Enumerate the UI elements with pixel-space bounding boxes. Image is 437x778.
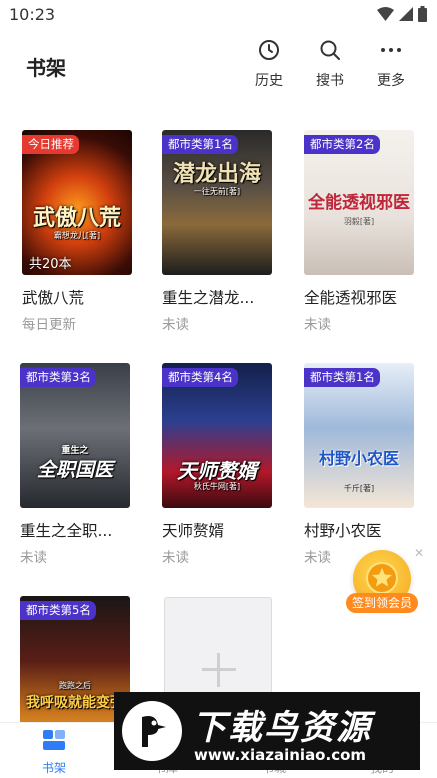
book-status: 未读 bbox=[162, 317, 189, 333]
book-title: 重生之全职... bbox=[20, 522, 113, 540]
book-cover[interactable]: 都市类第3名 重生之 全职国医 bbox=[20, 363, 130, 508]
search-button[interactable]: 搜书 bbox=[305, 38, 355, 90]
rank-badge: 都市类第5名 bbox=[20, 601, 96, 620]
recommend-badge: 今日推荐 bbox=[22, 135, 79, 154]
cover-title: 潜龙出海 bbox=[172, 162, 261, 187]
rank-badge: 都市类第2名 bbox=[304, 135, 380, 154]
book-cover[interactable]: 都市类第2名 全能透视邪医 羽毅[著] bbox=[304, 130, 414, 275]
cover-author: 千斤[著] bbox=[343, 484, 375, 493]
book-title: 全能透视邪医 bbox=[304, 289, 398, 307]
close-icon[interactable]: ✕ bbox=[414, 546, 424, 560]
watermark-url: www.xiazainiao.com bbox=[194, 746, 367, 764]
book-item[interactable]: 都市类第2名 全能透视邪医 羽毅[著] 全能透视邪医 未读 bbox=[304, 130, 416, 333]
nav-bookshelf[interactable]: 书架 bbox=[24, 727, 84, 776]
rank-badge: 都市类第4名 bbox=[162, 368, 238, 387]
status-time: 10:23 bbox=[9, 5, 56, 24]
page-title: 书架 bbox=[26, 56, 66, 80]
bookshelf-icon bbox=[40, 730, 68, 757]
cover-author: 羽毅[著] bbox=[343, 217, 375, 226]
watermark-title: 下载鸟资源 bbox=[192, 708, 372, 748]
book-title: 武傲八荒 bbox=[22, 289, 85, 307]
status-bar: 10:23 bbox=[0, 0, 437, 30]
book-item[interactable]: 都市类第1名 潜龙出海 一往无前[著] 重生之潜龙... 未读 bbox=[162, 130, 274, 333]
watermark-banner: 下载鸟资源 www.xiazainiao.com bbox=[114, 692, 420, 770]
book-status: 未读 bbox=[162, 550, 189, 566]
rank-badge: 都市类第1名 bbox=[304, 368, 380, 387]
sign-in-promo[interactable]: ✕ 签到领会员 bbox=[344, 546, 424, 614]
history-label: 历史 bbox=[255, 73, 283, 89]
book-cover[interactable]: 今日推荐 武傲八荒 霸想龙儿[著] 共20本 bbox=[22, 130, 132, 275]
cover-title: 村野小农医 bbox=[318, 449, 399, 468]
book-item[interactable]: 今日推荐 武傲八荒 霸想龙儿[著] 共20本 武傲八荒 每日更新 bbox=[22, 130, 134, 333]
wifi-icon bbox=[377, 7, 394, 21]
cover-author: 秋氏牛网[著] bbox=[193, 482, 241, 491]
bird-logo-icon bbox=[122, 701, 182, 761]
cover-author: 霸想龙儿[著] bbox=[53, 231, 101, 240]
book-item[interactable]: 都市类第3名 重生之 全职国医 重生之全职... 未读 bbox=[20, 363, 132, 566]
cover-title: 天师赘婿 bbox=[177, 459, 257, 483]
more-label: 更多 bbox=[377, 73, 405, 89]
book-title: 重生之潜龙... bbox=[162, 289, 255, 307]
book-item[interactable]: 都市类第4名 天师赘婿 秋氏牛网[著] 天师赘婿 未读 bbox=[162, 363, 274, 566]
book-status: 未读 bbox=[304, 317, 331, 333]
book-cover[interactable]: 都市类第4名 天师赘婿 秋氏牛网[著] bbox=[162, 363, 272, 508]
battery-icon bbox=[418, 6, 427, 22]
book-status: 未读 bbox=[20, 550, 47, 566]
history-button[interactable]: 历史 bbox=[244, 38, 294, 90]
more-button[interactable]: 更多 bbox=[366, 38, 416, 90]
book-item[interactable]: 都市类第1名 村野小农医 千斤[著] 村野小农医 未读 bbox=[304, 363, 416, 566]
book-cover[interactable]: 都市类第1名 村野小农医 千斤[著] bbox=[304, 363, 414, 508]
book-status: 每日更新 bbox=[22, 317, 76, 333]
nav-bookshelf-label: 书架 bbox=[41, 761, 66, 775]
rank-badge: 都市类第1名 bbox=[162, 135, 238, 154]
book-title: 村野小农医 bbox=[304, 522, 382, 540]
cover-author: 跑跑之后 bbox=[59, 681, 91, 690]
collection-count: 共20本 bbox=[29, 257, 72, 272]
cover-author: 一往无前[著] bbox=[193, 187, 241, 196]
more-dots-icon bbox=[366, 38, 416, 66]
status-icons bbox=[377, 6, 427, 22]
rank-badge: 都市类第3名 bbox=[20, 368, 96, 387]
search-icon bbox=[305, 38, 355, 66]
clock-icon bbox=[244, 38, 294, 66]
cover-title: 全职国医 bbox=[36, 459, 113, 481]
cover-title: 武傲八荒 bbox=[32, 206, 121, 231]
promo-label: 签到领会员 bbox=[346, 593, 418, 613]
signal-icon bbox=[399, 7, 413, 21]
cover-title: 全能透视邪医 bbox=[308, 193, 410, 213]
search-label: 搜书 bbox=[316, 73, 344, 89]
book-cover[interactable]: 都市类第1名 潜龙出海 一往无前[著] bbox=[162, 130, 272, 275]
book-title: 天师赘婿 bbox=[162, 522, 225, 540]
